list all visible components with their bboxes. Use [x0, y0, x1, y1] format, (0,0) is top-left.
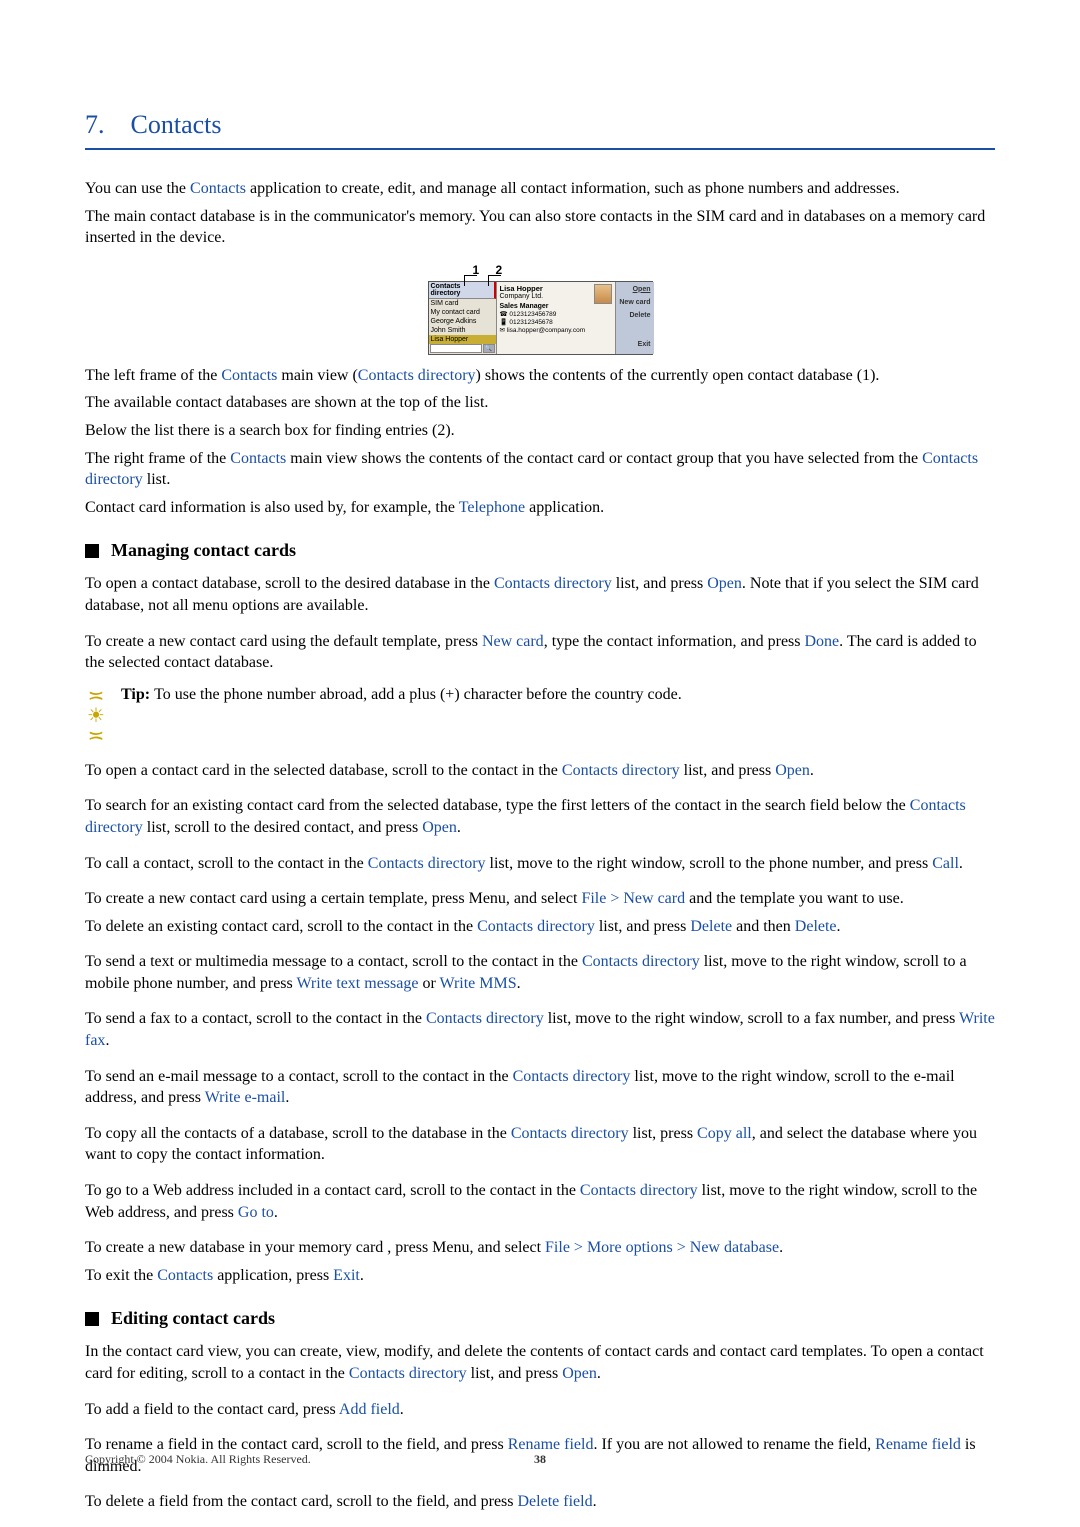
page-number: 38: [534, 1452, 546, 1467]
link-contacts: Contacts: [190, 180, 246, 197]
m-p7: To delete an existing contact card, scro…: [85, 916, 995, 938]
contact-row: 📱 012312345678: [500, 318, 612, 326]
m-p9: To send a fax to a contact, scroll to th…: [85, 1008, 995, 1051]
m-p2: To create a new contact card using the d…: [85, 631, 995, 674]
e-p2: To add a field to the contact card, pres…: [85, 1399, 995, 1421]
contact-role: Sales Manager: [500, 303, 612, 310]
chapter-rule: [85, 148, 995, 150]
copyright: Copyright © 2004 Nokia. All Rights Reser…: [85, 1452, 311, 1466]
contact-row: ☎ 0123123456789: [500, 310, 612, 318]
m-p14: To exit the Contacts application, press …: [85, 1265, 995, 1287]
bullet-square-icon: [85, 1312, 99, 1326]
footer: Copyright © 2004 Nokia. All Rights Reser…: [85, 1452, 995, 1467]
softkey-delete: Delete: [617, 310, 653, 323]
after-p5: Contact card information is also used by…: [85, 497, 995, 519]
list-item-selected: Lisa Hopper: [429, 335, 496, 344]
softkey-exit: Exit: [617, 339, 653, 352]
intro-p2: The main contact database is in the comm…: [85, 206, 995, 249]
e-p4: To delete a field from the contact card,…: [85, 1491, 995, 1513]
search-icon: 🔍: [483, 344, 495, 353]
after-p4: The right frame of the Contacts main vie…: [85, 448, 995, 491]
section-editing: Editing contact cards: [85, 1308, 995, 1329]
section-managing: Managing contact cards: [85, 540, 995, 561]
list-item: SIM card: [429, 299, 496, 308]
callout-1: 1: [473, 263, 480, 277]
left-header: Contacts directory: [429, 282, 496, 299]
m-p6: To create a new contact card using a cer…: [85, 888, 995, 910]
softkey-open: Open: [617, 284, 653, 297]
m-p3: To open a contact card in the selected d…: [85, 760, 995, 782]
softkey-new-card: New card: [617, 297, 653, 310]
tip-row: ≍☀≍ Tip: To use the phone number abroad,…: [85, 684, 995, 746]
m-p13: To create a new database in your memory …: [85, 1237, 995, 1259]
chapter-number: 7.: [85, 110, 105, 139]
search-box: [430, 344, 482, 353]
detail-pane: Lisa Hopper Company Ltd. Sales Manager ☎…: [497, 282, 615, 354]
m-p8: To send a text or multimedia message to …: [85, 951, 995, 994]
m-p5: To call a contact, scroll to the contact…: [85, 853, 995, 875]
figure: 1 2 Contacts directory SIM card My conta…: [428, 263, 653, 355]
list-item: My contact card: [429, 308, 496, 317]
tip-text: Tip: To use the phone number abroad, add…: [121, 684, 682, 706]
intro-p1: You can use the Contacts application to …: [85, 178, 995, 200]
softkey-pane: Open New card Delete Exit: [615, 282, 654, 354]
callout-2: 2: [496, 263, 503, 277]
m-p12: To go to a Web address included in a con…: [85, 1180, 995, 1223]
m-p1: To open a contact database, scroll to th…: [85, 573, 995, 616]
after-p2: The available contact databases are show…: [85, 392, 995, 414]
left-pane: Contacts directory SIM card My contact c…: [429, 282, 497, 354]
contact-row: ✉ lisa.hopper@company.com: [500, 326, 612, 334]
m-p4: To search for an existing contact card f…: [85, 795, 995, 838]
m-p10: To send an e-mail message to a contact, …: [85, 1066, 995, 1109]
chapter-name: Contacts: [131, 110, 222, 139]
bullet-square-icon: [85, 544, 99, 558]
after-p1: The left frame of the Contacts main view…: [85, 365, 995, 387]
section-title: Editing contact cards: [111, 1308, 275, 1329]
phone-frame: Contacts directory SIM card My contact c…: [428, 281, 653, 355]
list-item: John Smith: [429, 326, 496, 335]
section-title: Managing contact cards: [111, 540, 296, 561]
contact-photo: [594, 284, 612, 304]
list-item: George Adkins: [429, 317, 496, 326]
m-p11: To copy all the contacts of a database, …: [85, 1123, 995, 1166]
after-p3: Below the list there is a search box for…: [85, 420, 995, 442]
figure-wrap: 1 2 Contacts directory SIM card My conta…: [85, 263, 995, 355]
chapter-title: 7. Contacts: [85, 110, 995, 140]
search-row: 🔍: [429, 344, 496, 354]
tip-icon: ≍☀≍: [85, 684, 107, 746]
e-p1: In the contact card view, you can create…: [85, 1341, 995, 1384]
